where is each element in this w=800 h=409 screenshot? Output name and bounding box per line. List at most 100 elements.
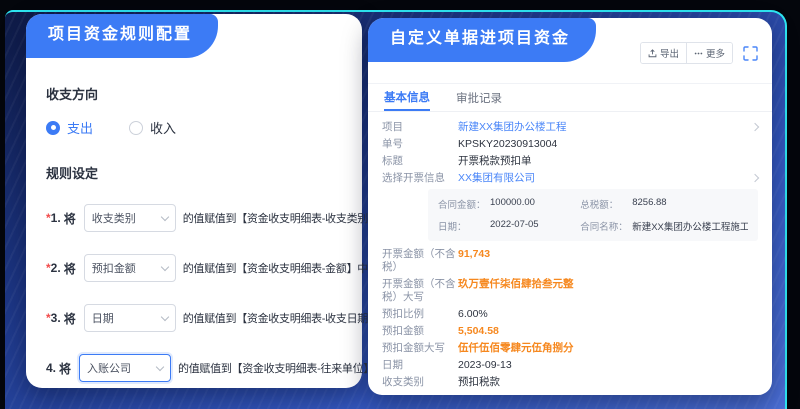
field-value-orange: 伍仟伍佰零肆元伍角捌分 xyxy=(458,342,758,355)
right-panel-header: 自定义单据进项目资金 导出 更多 xyxy=(368,18,772,84)
rule-row-3: * 3. 将 日期 的值赋值到【资金收支明细表-收支日期】中 xyxy=(46,304,354,332)
rule-verb: 将 xyxy=(59,360,71,377)
select-value: 收支类别 xyxy=(92,210,136,226)
select-value: 入账公司 xyxy=(87,360,131,376)
field-row-title: 标题 开票税款预扣单 xyxy=(382,155,758,168)
more-button[interactable]: 更多 xyxy=(686,43,732,63)
field-value-orange: 91,743 xyxy=(458,248,758,261)
tab-basic-info[interactable]: 基本信息 xyxy=(384,84,430,111)
fullscreen-icon xyxy=(743,46,758,61)
rule-suffix-text: 的值赋值到【资金收支明细表-收支类别】中 xyxy=(183,210,390,226)
rule-field-select-1[interactable]: 收支类别 xyxy=(84,204,176,232)
contract-date-value: 2022-07-05 xyxy=(490,219,539,233)
select-value: 预扣金额 xyxy=(92,260,136,276)
fullscreen-button[interactable] xyxy=(742,45,758,61)
more-button-label: 更多 xyxy=(706,46,725,60)
field-row-withhold-ratio: 预扣比例 6.00% xyxy=(382,308,758,321)
contract-amount: 合同金额： 100000.00 xyxy=(438,197,572,211)
direction-section-label: 收支方向 xyxy=(46,84,354,103)
export-button-label: 导出 xyxy=(660,46,679,60)
field-value: 开票税款预扣单 xyxy=(458,155,758,168)
field-label: 预扣比例 xyxy=(382,308,458,321)
field-value: 2023-09-13 xyxy=(458,359,758,372)
chevron-down-icon xyxy=(160,212,168,220)
contract-tax-label: 总税额： xyxy=(580,197,632,211)
direction-radio-group: 支出 收入 xyxy=(46,118,354,137)
chevron-down-icon xyxy=(160,262,168,270)
panel-custom-document: 自定义单据进项目资金 导出 更多 xyxy=(368,18,772,395)
invoice-info-link[interactable]: XX集团有限公司 xyxy=(458,172,752,185)
chevron-down-icon xyxy=(156,362,164,370)
field-value: KPSKY20230913004 xyxy=(458,138,758,151)
rule-field-select-2[interactable]: 预扣金额 xyxy=(84,254,176,282)
field-row-invoice-info: 选择开票信息 XX集团有限公司 xyxy=(382,172,758,185)
field-row-category: 收支类别 预扣税款 xyxy=(382,376,758,389)
more-icon xyxy=(694,49,703,58)
rule-verb: 将 xyxy=(64,260,76,277)
rule-number: 1. xyxy=(51,211,61,225)
radio-option-income[interactable]: 收入 xyxy=(129,118,176,137)
contract-date-label: 日期： xyxy=(438,219,490,233)
field-label: 预扣金额大写 xyxy=(382,342,458,355)
detail-form: 项目 新建XX集团办公楼工程 单号 KPSKY20230913004 标题 开票… xyxy=(368,112,772,389)
field-value-orange: 玖万壹仟柒佰肆拾叁元整 xyxy=(458,278,758,291)
contract-tax: 总税额： 8256.88 xyxy=(580,197,748,211)
radio-unselected-icon[interactable] xyxy=(129,121,143,135)
panel-fund-rule-config: 项目资金规则配置 收支方向 支出 收入 规则设定 * 1. 将 xyxy=(26,14,362,388)
project-link[interactable]: 新建XX集团办公楼工程 xyxy=(458,121,752,134)
field-label: 收支类别 xyxy=(382,376,458,389)
stage: 项目资金规则配置 收支方向 支出 收入 规则设定 * 1. 将 xyxy=(0,0,800,409)
contract-info-box: 合同金额： 100000.00 总税额： 8256.88 日期： 2022-07… xyxy=(428,189,758,241)
contract-amount-value: 100000.00 xyxy=(490,197,535,211)
toolbar-button-group: 导出 更多 xyxy=(640,42,733,64)
radio-label: 支出 xyxy=(67,118,93,137)
select-value: 日期 xyxy=(92,310,114,326)
contract-tax-value: 8256.88 xyxy=(632,197,666,211)
rule-suffix-text: 的值赋值到【资金收支明细表-金额】中 xyxy=(183,260,368,276)
field-label: 项目 xyxy=(382,121,458,134)
contract-amount-label: 合同金额： xyxy=(438,197,490,211)
chevron-right-icon[interactable] xyxy=(751,123,759,131)
field-label: 单号 xyxy=(382,138,458,151)
field-value: 6.00% xyxy=(458,308,758,321)
rule-number: 2. xyxy=(51,261,61,275)
rule-row-4: 4. 将 入账公司 的值赋值到【资金收支明细表-往来单位】中 xyxy=(46,354,354,382)
field-row-withhold-amount: 预扣金额 5,504.58 xyxy=(382,325,758,338)
rule-suffix-text: 的值赋值到【资金收支明细表-往来单位】中 xyxy=(178,360,385,376)
rule-number: 4. xyxy=(46,361,56,375)
rule-verb: 将 xyxy=(64,210,76,227)
rule-field-select-3[interactable]: 日期 xyxy=(84,304,176,332)
field-value-orange: 5,504.58 xyxy=(458,325,758,338)
export-icon xyxy=(648,49,657,58)
field-label: 日期 xyxy=(382,359,458,372)
rules-section-label: 规则设定 xyxy=(46,163,354,182)
field-label: 标题 xyxy=(382,155,458,168)
export-button[interactable]: 导出 xyxy=(641,43,686,63)
tab-approval-record[interactable]: 审批记录 xyxy=(456,84,502,111)
rule-verb: 将 xyxy=(64,310,76,327)
rule-field-select-4[interactable]: 入账公司 xyxy=(79,354,171,382)
radio-selected-icon[interactable] xyxy=(46,121,60,135)
rule-row-2: * 2. 将 预扣金额 的值赋值到【资金收支明细表-金额】中 xyxy=(46,254,354,282)
rule-suffix-text: 的值赋值到【资金收支明细表-收支日期】中 xyxy=(183,310,390,326)
tab-bar: 基本信息 审批记录 xyxy=(368,84,772,112)
field-label: 开票金额（不含税） xyxy=(382,248,458,274)
toolbar: 导出 更多 xyxy=(640,42,758,64)
field-row-date: 日期 2023-09-13 xyxy=(382,359,758,372)
field-row-invoice-amount-caps: 开票金额（不含税）大写 玖万壹仟柒佰肆拾叁元整 xyxy=(382,278,758,304)
rule-row-1: * 1. 将 收支类别 的值赋值到【资金收支明细表-收支类别】中 xyxy=(46,204,354,232)
field-label: 预扣金额 xyxy=(382,325,458,338)
contract-date: 日期： 2022-07-05 xyxy=(438,219,572,233)
field-row-doc-no: 单号 KPSKY20230913004 xyxy=(382,138,758,151)
radio-label: 收入 xyxy=(150,118,176,137)
contract-name: 合同名称： 新建XX集团办公楼工程施工总承包合同 xyxy=(580,219,748,233)
contract-name-value: 新建XX集团办公楼工程施工总承包合同 xyxy=(632,219,748,233)
chevron-down-icon xyxy=(160,312,168,320)
contract-name-label: 合同名称： xyxy=(580,219,632,233)
radio-option-expenditure[interactable]: 支出 xyxy=(46,118,93,137)
field-value: 预扣税款 xyxy=(458,376,758,389)
field-row-invoice-amount: 开票金额（不含税） 91,743 xyxy=(382,248,758,274)
field-label: 开票金额（不含税）大写 xyxy=(382,278,458,304)
chevron-right-icon[interactable] xyxy=(751,174,759,182)
field-row-withhold-amount-caps: 预扣金额大写 伍仟伍佰零肆元伍角捌分 xyxy=(382,342,758,355)
